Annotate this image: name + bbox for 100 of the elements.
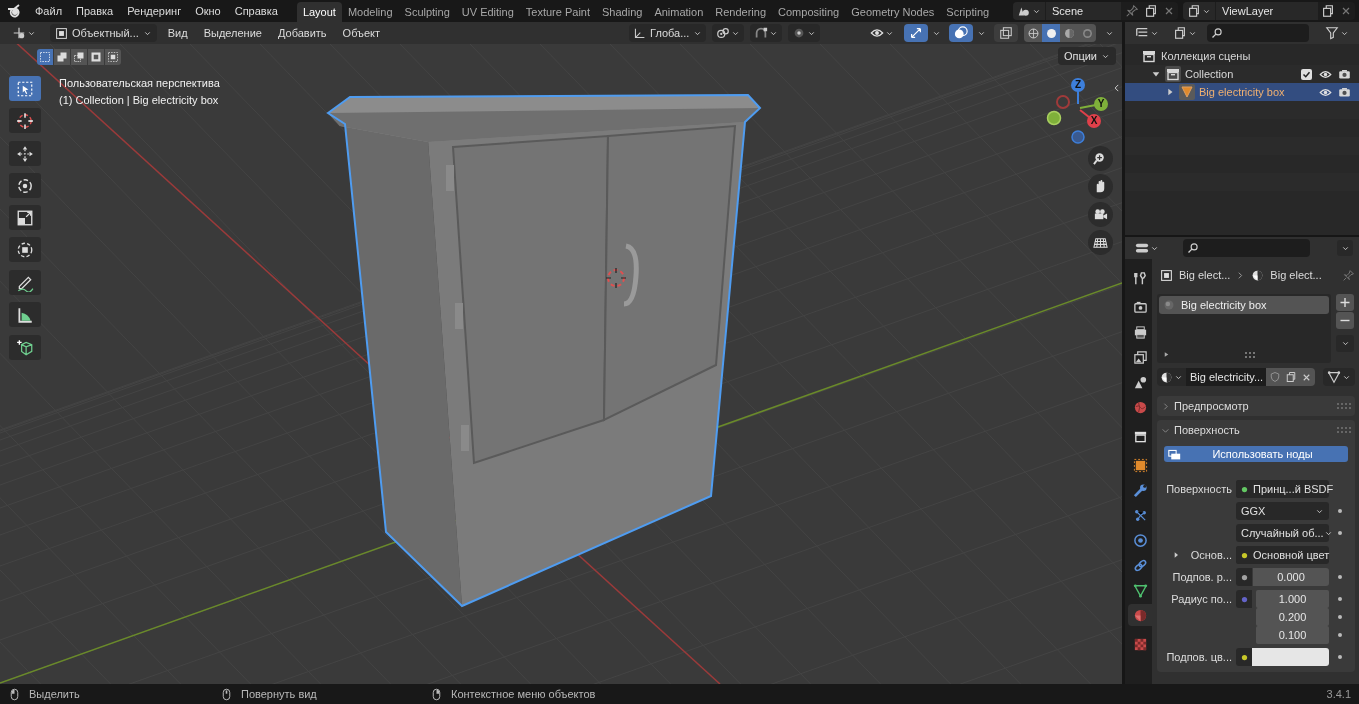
options-dropdown[interactable]: Опции <box>1057 47 1116 65</box>
menu-item[interactable]: Добавить <box>272 24 332 42</box>
mode-dropdown[interactable]: Объектный... <box>50 24 157 42</box>
pivot-button[interactable] <box>712 24 745 42</box>
use-nodes-button[interactable]: Использовать ноды <box>1164 446 1348 462</box>
3d-cursor-icon[interactable] <box>605 267 627 289</box>
shading-solid-button[interactable] <box>1042 24 1060 42</box>
keyframe-dot[interactable] <box>1337 654 1343 660</box>
socket-dot[interactable] <box>1240 595 1248 603</box>
browse-material-button[interactable] <box>1157 368 1186 386</box>
breadcrumb-item[interactable]: Big elect... <box>1270 266 1322 284</box>
menu-item[interactable]: Выделение <box>198 24 267 42</box>
number-field[interactable]: 1.000 <box>1256 590 1329 608</box>
workspace-tab[interactable]: Sculpting <box>398 2 456 22</box>
select-mode-button[interactable] <box>71 49 87 65</box>
remove-slot-button[interactable] <box>1336 312 1354 329</box>
breadcrumb-item[interactable]: Big elect... <box>1179 266 1231 284</box>
resize-grip-icon[interactable] <box>1245 352 1255 358</box>
color-swatch[interactable] <box>1252 648 1329 666</box>
search-field[interactable] <box>1183 239 1310 257</box>
tool-button[interactable] <box>9 335 41 360</box>
workspace-tab[interactable]: Animation <box>648 2 710 22</box>
link-mode-button[interactable] <box>1323 368 1355 386</box>
duplicate-icon[interactable] <box>1144 4 1158 18</box>
select-mode-button[interactable] <box>54 49 70 65</box>
menu-item[interactable]: Объект <box>337 24 386 42</box>
workspace-tab[interactable]: Layout <box>296 2 342 22</box>
number-field[interactable]: 0.100 <box>1256 626 1329 644</box>
duplicate-icon[interactable] <box>1321 4 1335 18</box>
keyframe-dot[interactable] <box>1337 632 1343 638</box>
tool-button[interactable] <box>9 237 41 262</box>
item-label[interactable]: Коллекция сцены <box>1161 47 1351 65</box>
keyframe-dot[interactable] <box>1337 574 1343 580</box>
navigation-gizmo-drawing[interactable] <box>1046 78 1108 144</box>
scene-type-button[interactable] <box>1013 2 1045 20</box>
camera-icon[interactable] <box>1338 85 1351 99</box>
app-logo-icon[interactable] <box>6 3 22 19</box>
menu-item[interactable]: Файл <box>28 1 70 21</box>
disclosure-triangle-icon[interactable] <box>1165 87 1175 97</box>
workspace-tab[interactable]: Geometry Nodes <box>845 2 941 22</box>
socket-dot[interactable] <box>1240 551 1248 559</box>
navigation-button[interactable] <box>1088 146 1113 171</box>
shading-wireframe-button[interactable] <box>1024 24 1042 42</box>
snap-button[interactable] <box>750 24 783 42</box>
keyframe-dot[interactable] <box>1337 614 1343 620</box>
exclude-checkbox[interactable] <box>1301 68 1312 80</box>
tool-button[interactable] <box>9 173 41 198</box>
tool-button[interactable] <box>9 205 41 230</box>
drag-grip-icon[interactable] <box>1337 427 1351 433</box>
item-label[interactable]: Big electricity box <box>1199 83 1319 101</box>
material-slot-list[interactable]: Big electricity box <box>1157 294 1331 363</box>
panel-header[interactable]: Предпросмотр <box>1157 396 1355 416</box>
workspace-tab[interactable]: Shading <box>596 2 649 22</box>
scene-name-field[interactable]: Scene <box>1046 2 1121 20</box>
socket-dot[interactable] <box>1240 485 1248 493</box>
drag-grip-icon[interactable] <box>1337 403 1351 409</box>
menu-item[interactable]: Окно <box>188 1 228 21</box>
shading-material-button[interactable] <box>1060 24 1078 42</box>
pin-icon[interactable] <box>1125 4 1139 18</box>
add-slot-button[interactable] <box>1336 294 1354 311</box>
panel-header[interactable]: Поверхность <box>1157 420 1355 440</box>
expand-triangle-icon[interactable] <box>1163 351 1170 358</box>
view-layer-name-field[interactable]: ViewLayer <box>1216 2 1318 20</box>
navigation-button[interactable] <box>1088 174 1113 199</box>
material-slot[interactable]: Big electricity box <box>1159 296 1329 314</box>
select-mode-button[interactable] <box>105 49 121 65</box>
select-mode-button[interactable] <box>37 49 53 65</box>
select-mode-button[interactable] <box>88 49 104 65</box>
workspace-tab[interactable]: Scripting <box>940 2 996 22</box>
number-field[interactable]: 0.200 <box>1256 608 1329 626</box>
material-name-field[interactable]: Big electricity... <box>1186 368 1266 386</box>
tool-button[interactable] <box>9 108 41 133</box>
close-icon[interactable] <box>1340 5 1352 17</box>
socket-dot[interactable] <box>1240 573 1248 581</box>
keyframe-dot[interactable] <box>1337 508 1343 514</box>
camera-icon[interactable] <box>1338 67 1351 81</box>
pin-icon[interactable] <box>1342 268 1355 282</box>
menu-item[interactable]: Справка <box>227 1 285 21</box>
item-label[interactable]: Collection <box>1185 65 1301 83</box>
tool-button[interactable] <box>9 141 41 166</box>
workspace-tab[interactable]: Compositing <box>772 2 846 22</box>
menu-item[interactable]: Вид <box>162 24 193 42</box>
view-layer-type-button[interactable] <box>1183 2 1215 20</box>
keyframe-dot[interactable] <box>1337 530 1343 536</box>
duplicate-icon[interactable] <box>1285 371 1297 383</box>
menu-item[interactable]: Рендеринг <box>120 1 189 21</box>
workspace-tab[interactable]: UV Editing <box>455 2 520 22</box>
xray-toggle[interactable] <box>994 24 1018 42</box>
workspace-tab[interactable]: Rendering <box>709 2 773 22</box>
navigation-button[interactable] <box>1088 230 1113 255</box>
proportional-edit-button[interactable] <box>788 24 821 42</box>
workspace-tab[interactable]: Texture Paint <box>519 2 596 22</box>
dropdown[interactable]: Случайный об... <box>1236 524 1329 542</box>
workspace-tab[interactable]: Modeling <box>341 2 399 22</box>
tool-button[interactable] <box>9 302 41 327</box>
navigation-button[interactable] <box>1088 202 1113 227</box>
search-field[interactable] <box>1207 24 1309 42</box>
socket-link-button[interactable]: Основной цвет <box>1236 546 1329 564</box>
socket-dot[interactable] <box>1240 653 1248 661</box>
disclosure-triangle-icon[interactable] <box>1151 69 1161 79</box>
